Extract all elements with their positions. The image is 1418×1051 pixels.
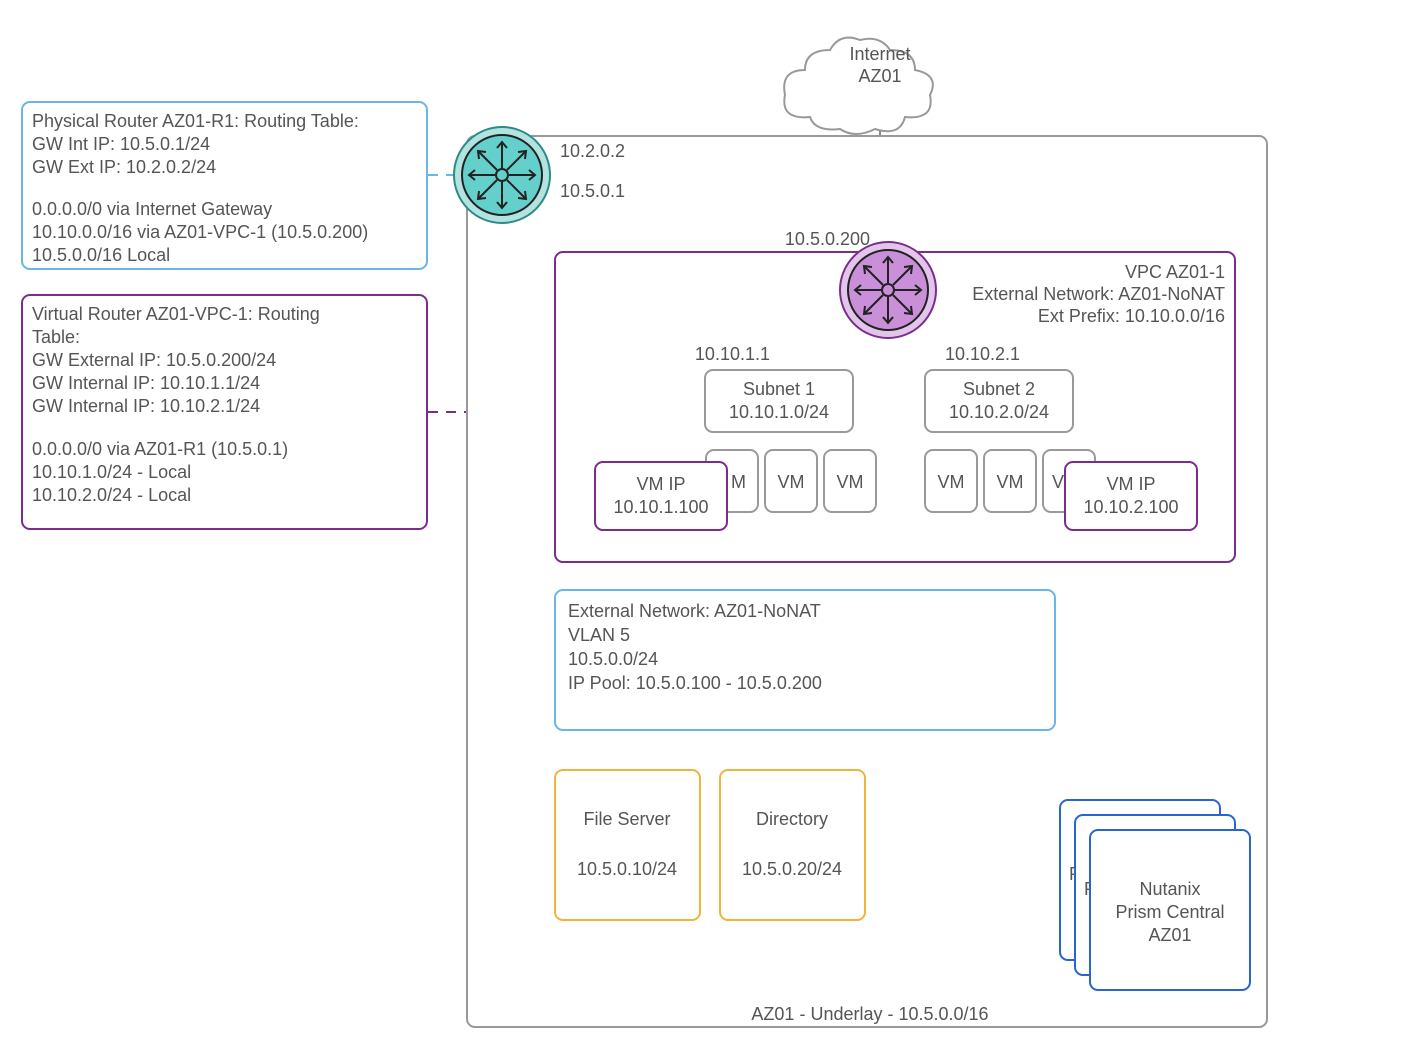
- phys-l2: GW Ext IP: 10.2.0.2/24: [32, 157, 216, 177]
- vm-ip1-box: [595, 462, 727, 530]
- extnet-l2: VLAN 5: [568, 625, 630, 645]
- vm-ip2: 10.10.2.100: [1083, 497, 1178, 517]
- virt-r3: 10.10.2.0/24 - Local: [32, 485, 191, 505]
- phys-r2: 10.10.0.0/16 via AZ01-VPC-1 (10.5.0.200): [32, 222, 368, 242]
- subnet1-name: Subnet 1: [743, 379, 815, 399]
- internet-label-1: Internet: [849, 44, 910, 64]
- ip-int: 10.5.0.1: [560, 181, 625, 201]
- phys-l1: GW Int IP: 10.5.0.1/24: [32, 134, 210, 154]
- prism-l1: Nutanix: [1139, 879, 1200, 899]
- subnet2-cidr: 10.10.2.0/24: [949, 402, 1049, 422]
- vpc-extnet: External Network: AZ01-NoNAT: [972, 284, 1225, 304]
- network-diagram: Internet AZ01 AZ01 - Underlay - 10.5.0.0…: [0, 0, 1418, 1051]
- vm-peek-2: V: [1052, 472, 1064, 492]
- physical-router-icon: [454, 127, 550, 223]
- prism-central-stack: P P Nutanix Prism Central AZ01: [1060, 800, 1250, 990]
- directory-box: [720, 770, 865, 920]
- virt-title1: Virtual Router AZ01-VPC-1: Routing: [32, 304, 320, 324]
- virt-l2: GW Internal IP: 10.10.1.1/24: [32, 373, 260, 393]
- prism-l3: AZ01: [1148, 925, 1191, 945]
- fileserver-name: File Server: [583, 809, 670, 829]
- directory-ip: 10.5.0.20/24: [742, 859, 842, 879]
- directory-name: Directory: [756, 809, 828, 829]
- virt-title2: Table:: [32, 327, 80, 347]
- subnet2-name: Subnet 2: [963, 379, 1035, 399]
- vm-label: VM: [837, 472, 864, 492]
- virt-l3: GW Internal IP: 10.10.2.1/24: [32, 396, 260, 416]
- underlay-label: AZ01 - Underlay - 10.5.0.0/16: [751, 1004, 988, 1024]
- virt-r2: 10.10.1.0/24 - Local: [32, 462, 191, 482]
- vm-label: VM: [778, 472, 805, 492]
- vm-peek-1: M: [731, 472, 746, 492]
- ip-ext: 10.2.0.2: [560, 141, 625, 161]
- vpc-title: VPC AZ01-1: [1125, 262, 1225, 282]
- extnet-l1: External Network: AZ01-NoNAT: [568, 601, 821, 621]
- subnet1-cidr: 10.10.1.0/24: [729, 402, 829, 422]
- vm-label: VM: [938, 472, 965, 492]
- internet-cloud: Internet AZ01: [784, 38, 933, 134]
- virt-r1: 0.0.0.0/0 via AZ01-R1 (10.5.0.1): [32, 439, 288, 459]
- subnet2-gw: 10.10.2.1: [945, 344, 1020, 364]
- virt-l1: GW External IP: 10.5.0.200/24: [32, 350, 276, 370]
- extnet-l4: IP Pool: 10.5.0.100 - 10.5.0.200: [568, 673, 822, 693]
- virtual-router-icon: [840, 242, 936, 338]
- subnet1-gw: 10.10.1.1: [695, 344, 770, 364]
- phys-title: Physical Router AZ01-R1: Routing Table:: [32, 111, 359, 131]
- prism-l2: Prism Central: [1115, 902, 1224, 922]
- internet-label-2: AZ01: [858, 66, 901, 86]
- fileserver-ip: 10.5.0.10/24: [577, 859, 677, 879]
- vpc-extprefix: Ext Prefix: 10.10.0.0/16: [1038, 306, 1225, 326]
- vm-ip-label-2: VM IP: [1106, 474, 1155, 494]
- phys-r1: 0.0.0.0/0 via Internet Gateway: [32, 199, 272, 219]
- vm-ip2-box: [1065, 462, 1197, 530]
- fileserver-box: [555, 770, 700, 920]
- extnet-l3: 10.5.0.0/24: [568, 649, 658, 669]
- vm-ip1: 10.10.1.100: [613, 497, 708, 517]
- vm-ip-label-1: VM IP: [636, 474, 685, 494]
- ip-vpc-ext: 10.5.0.200: [785, 229, 870, 249]
- phys-r3: 10.5.0.0/16 Local: [32, 245, 170, 265]
- vm-label: VM: [997, 472, 1024, 492]
